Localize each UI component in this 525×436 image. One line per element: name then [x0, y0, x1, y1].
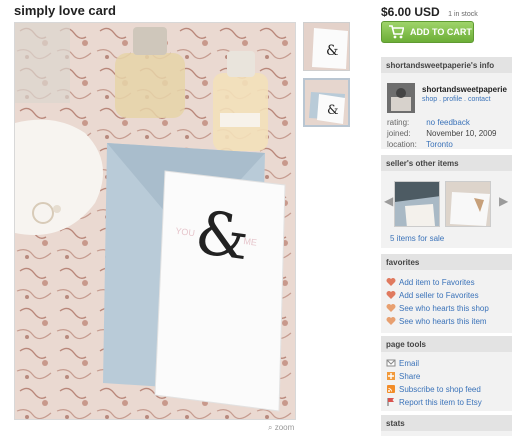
other-items-panel: seller's other items ◀ ▶ 5 items for sal…	[381, 155, 512, 248]
shop-link[interactable]: shop	[422, 96, 437, 103]
email-link[interactable]: Email	[386, 358, 419, 368]
heart-icon	[386, 317, 396, 325]
stats-heading: stats	[381, 415, 512, 431]
heart-icon	[386, 291, 396, 299]
price-row: $6.00 USD 1 in stock	[381, 3, 478, 21]
profile-link[interactable]: profile	[443, 96, 462, 103]
favorites-panel: favorites Add item to Favorites Add sell…	[381, 254, 512, 333]
heart-icon	[386, 278, 396, 286]
listing-title: simply love card	[14, 3, 116, 18]
contact-link[interactable]: contact	[468, 96, 491, 103]
see-who-hearts-shop[interactable]: See who hearts this shop	[386, 303, 489, 313]
main-product-photo[interactable]: & YOU ME	[14, 22, 296, 420]
rating-value[interactable]: no feedback	[426, 118, 470, 127]
share-icon	[387, 372, 395, 380]
other-item-thumbnail-2[interactable]	[445, 181, 491, 227]
favorites-heading: favorites	[381, 254, 512, 270]
email-icon	[386, 359, 396, 367]
report-item-link[interactable]: Report this item to Etsy	[386, 397, 482, 407]
stats-panel: stats	[381, 415, 512, 436]
add-item-to-favorites[interactable]: Add item to Favorites	[386, 277, 475, 287]
location-row: location: Toronto	[387, 140, 453, 149]
magnifier-icon: ⌕	[268, 423, 273, 432]
other-items-heading: seller's other items	[381, 155, 512, 171]
subscribe-feed-link[interactable]: Subscribe to shop feed	[386, 384, 481, 394]
see-who-hearts-item[interactable]: See who hearts this item	[386, 316, 487, 326]
add-seller-to-favorites[interactable]: Add seller to Favorites	[386, 290, 479, 300]
chevron-left-icon[interactable]: ◀	[384, 194, 393, 208]
other-item-thumbnail-1[interactable]	[394, 181, 440, 227]
items-for-sale-link[interactable]: 5 items for sale	[390, 234, 444, 243]
share-link[interactable]: Share	[386, 371, 420, 381]
flag-icon	[387, 398, 394, 406]
rating-row: rating: no feedback	[387, 118, 470, 127]
svg-text:&: &	[327, 103, 339, 118]
page-tools-heading: page tools	[381, 336, 512, 352]
heart-icon	[386, 304, 396, 312]
shop-avatar[interactable]	[387, 83, 415, 113]
shop-links: shop . profile . contact	[422, 96, 491, 103]
rss-icon	[387, 385, 395, 393]
price: $6.00 USD	[381, 5, 440, 19]
svg-text:ME: ME	[243, 236, 258, 248]
zoom-link[interactable]: ⌕ zoom	[268, 423, 294, 433]
chevron-right-icon[interactable]: ▶	[499, 194, 508, 208]
joined-value: November 10, 2009	[426, 129, 497, 138]
page-tools-panel: page tools Email Share Subscribe to shop…	[381, 336, 512, 411]
photo-thumbnail-2[interactable]: &	[303, 78, 350, 127]
shop-info-heading: shortandsweetpaperie's info	[381, 57, 512, 73]
stock-count: 1 in stock	[448, 11, 478, 18]
shop-name[interactable]: shortandsweetpaperie	[422, 85, 507, 94]
add-to-cart-button[interactable]: ADD TO CART	[381, 21, 474, 43]
joined-row: joined: November 10, 2009	[387, 129, 497, 138]
shop-info-panel: shortandsweetpaperie's info shortandswee…	[381, 57, 512, 149]
svg-text:&: &	[326, 43, 338, 59]
photo-thumbnail-1[interactable]: &	[303, 22, 350, 71]
cart-icon	[389, 25, 404, 39]
location-value[interactable]: Toronto	[426, 140, 453, 149]
